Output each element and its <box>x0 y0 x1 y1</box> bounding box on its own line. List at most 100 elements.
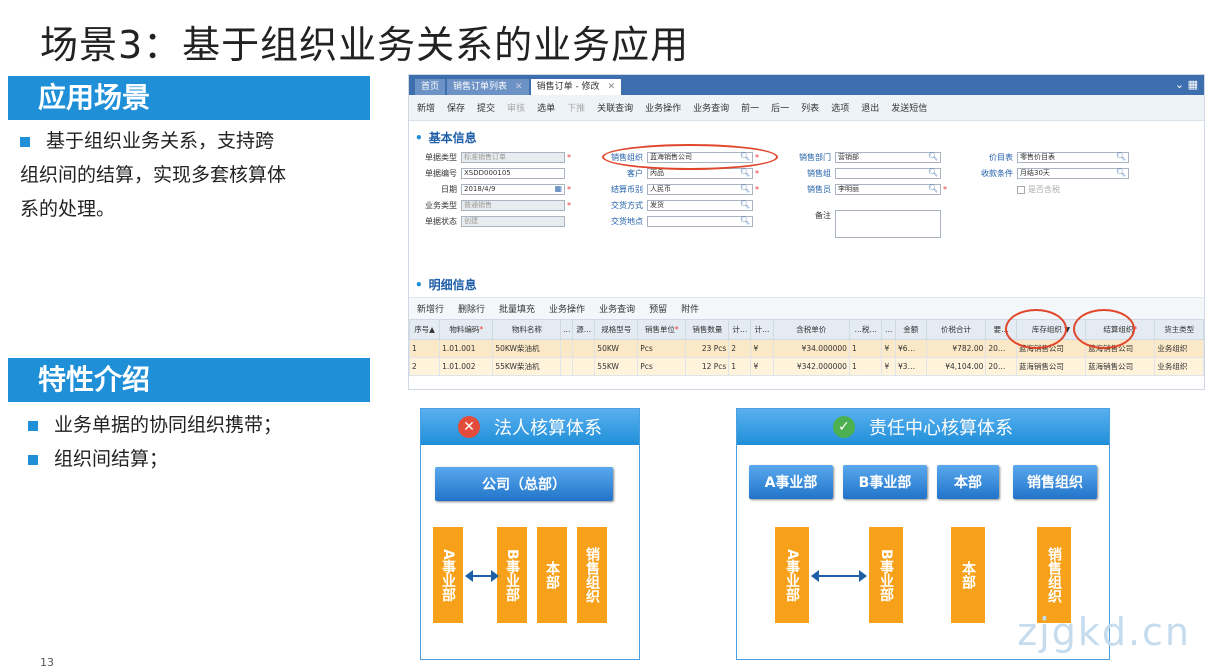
search-icon[interactable]: 🔍︎ <box>740 168 750 177</box>
table-cell[interactable]: 蓝海销售公司 <box>1085 357 1156 376</box>
search-icon[interactable]: 🔍︎ <box>928 152 938 161</box>
sales-dept-field[interactable]: 营销部 🔍︎ <box>835 152 941 163</box>
col-header[interactable]: 销售单位* <box>637 319 687 340</box>
table-cell[interactable] <box>560 357 574 376</box>
sales-group-field[interactable]: 🔍︎ <box>835 168 941 179</box>
table-cell[interactable]: Pcs <box>637 339 687 358</box>
calendar-icon[interactable]: ▦ <box>554 184 562 193</box>
tab-home[interactable]: 首页 <box>415 79 446 95</box>
tab-order-list[interactable]: 销售订单列表 ✕ <box>447 79 529 95</box>
table-cell[interactable] <box>572 339 596 358</box>
table-cell[interactable]: 1 <box>848 357 883 376</box>
list-button[interactable]: 列表 <box>801 101 819 114</box>
table-cell[interactable]: 蓝海销售公司 <box>1015 357 1087 376</box>
table-cell[interactable]: Pcs <box>637 357 687 376</box>
save-button[interactable]: 保存 <box>447 101 465 114</box>
col-header[interactable]: 计… <box>750 319 774 340</box>
place-field[interactable]: 🔍︎ <box>647 216 753 227</box>
table-cell[interactable]: 2 <box>409 357 441 376</box>
reserve-button[interactable]: 预留 <box>649 302 667 315</box>
submit-button[interactable]: 提交 <box>477 101 495 114</box>
table-cell[interactable]: ¥ <box>750 357 774 376</box>
detail-biz-operation-button[interactable]: 业务操作 <box>549 302 585 315</box>
doc-status-field[interactable]: 创建 <box>461 216 565 227</box>
doc-type-field[interactable]: 标准销售订单 <box>461 152 565 163</box>
table-cell[interactable]: 2 <box>728 339 752 358</box>
doc-no-field[interactable]: XSDD000105 <box>461 168 565 179</box>
table-cell[interactable]: ¥ <box>881 339 897 358</box>
col-header[interactable]: 含税单价 <box>772 319 850 340</box>
new-button[interactable]: 新增 <box>417 101 435 114</box>
delete-row-button[interactable]: 删除行 <box>458 302 485 315</box>
search-icon[interactable]: 🔍︎ <box>740 184 750 193</box>
batch-fill-button[interactable]: 批量填充 <box>499 302 535 315</box>
push-down-button[interactable]: 下推 <box>567 101 585 114</box>
table-cell[interactable] <box>572 357 596 376</box>
col-header[interactable]: 金额 <box>895 319 927 340</box>
next-button[interactable]: 后一 <box>771 101 789 114</box>
table-cell[interactable]: 50KW <box>594 339 639 358</box>
table-cell[interactable]: 1.01.002 <box>439 357 494 376</box>
grid-menu-icon[interactable]: ⌄ ▦ <box>1175 75 1204 95</box>
basic-info-header[interactable]: • 基本信息 <box>409 129 1204 146</box>
col-header[interactable]: 货主类型 <box>1154 319 1204 340</box>
detail-biz-query-button[interactable]: 业务查询 <box>599 302 635 315</box>
search-icon[interactable]: 🔍︎ <box>1116 168 1126 177</box>
audit-button[interactable]: 审核 <box>507 101 525 114</box>
exit-button[interactable]: 退出 <box>861 101 879 114</box>
search-icon[interactable]: 🔍︎ <box>740 200 750 209</box>
table-cell[interactable]: ¥ <box>750 339 774 358</box>
table-row[interactable]: 2 1.01.002 55KW柴油机 55KW Pcs 12 Pcs 1 ¥ ¥342.0000… <box>409 357 1204 376</box>
attachment-button[interactable]: 附件 <box>681 302 699 315</box>
col-header[interactable]: …税… <box>848 319 883 340</box>
col-header[interactable]: 计… <box>728 319 752 340</box>
related-query-button[interactable]: 关联查询 <box>597 101 633 114</box>
table-cell[interactable]: ¥6… <box>895 339 927 358</box>
table-cell[interactable]: ¥3… <box>895 357 927 376</box>
col-header[interactable]: 价税合计 <box>925 319 987 340</box>
table-cell[interactable]: 50KW柴油机 <box>492 339 562 358</box>
tab-order-edit[interactable]: 销售订单 - 修改 ✕ <box>530 79 622 95</box>
biz-query-button[interactable]: 业务查询 <box>693 101 729 114</box>
table-cell[interactable]: ¥4,104.00 <box>925 357 987 376</box>
add-row-button[interactable]: 新增行 <box>417 302 444 315</box>
col-header[interactable]: 物料名称 <box>492 319 562 340</box>
send-sms-button[interactable]: 发送短信 <box>891 101 927 114</box>
table-cell[interactable]: ¥342.000000 <box>772 357 850 376</box>
col-header[interactable]: 源… <box>572 319 596 340</box>
table-cell[interactable]: 55KW柴油机 <box>492 357 562 376</box>
tax-incl-checkbox[interactable] <box>1017 185 1025 194</box>
search-icon[interactable]: 🔍︎ <box>1116 152 1126 161</box>
table-cell[interactable]: 55KW <box>594 357 639 376</box>
col-header[interactable]: 规格型号 <box>594 319 639 340</box>
prev-button[interactable]: 前一 <box>741 101 759 114</box>
remark-field[interactable] <box>835 210 941 238</box>
date-field[interactable]: 2018/4/9 ▦ <box>461 184 565 195</box>
price-list-field[interactable]: 零售价目表 🔍︎ <box>1017 152 1129 163</box>
close-icon[interactable]: ✕ <box>608 82 616 92</box>
biz-operation-button[interactable]: 业务操作 <box>645 101 681 114</box>
table-cell[interactable]: ¥782.00 <box>925 339 987 358</box>
table-cell[interactable]: 1.01.001 <box>439 339 494 358</box>
table-cell[interactable] <box>560 339 574 358</box>
search-icon[interactable]: 🔍︎ <box>928 168 938 177</box>
table-cell[interactable]: 业务组织 <box>1154 357 1204 376</box>
biz-type-field[interactable]: 普通销售 <box>461 200 565 211</box>
close-icon[interactable]: ✕ <box>515 82 523 92</box>
col-header[interactable]: … <box>560 319 574 340</box>
table-cell[interactable]: 20… <box>985 357 1017 376</box>
table-cell[interactable]: ¥ <box>881 357 897 376</box>
col-header[interactable]: … <box>881 319 897 340</box>
col-header[interactable]: 序号▲ <box>409 319 441 340</box>
table-cell[interactable]: 1 <box>409 339 441 358</box>
pay-terms-field[interactable]: 月结30天 🔍︎ <box>1017 168 1129 179</box>
search-icon[interactable]: 🔍︎ <box>740 216 750 225</box>
table-cell[interactable]: ¥34.000000 <box>772 339 850 358</box>
search-icon[interactable]: 🔍︎ <box>928 184 938 193</box>
table-cell[interactable]: 23 Pcs <box>685 339 730 358</box>
table-cell[interactable]: 业务组织 <box>1154 339 1204 358</box>
detail-info-header[interactable]: • 明细信息 <box>409 276 1204 293</box>
table-cell[interactable]: 12 Pcs <box>685 357 730 376</box>
table-cell[interactable]: 1 <box>848 339 883 358</box>
col-header[interactable]: 销售数量 <box>685 319 730 340</box>
